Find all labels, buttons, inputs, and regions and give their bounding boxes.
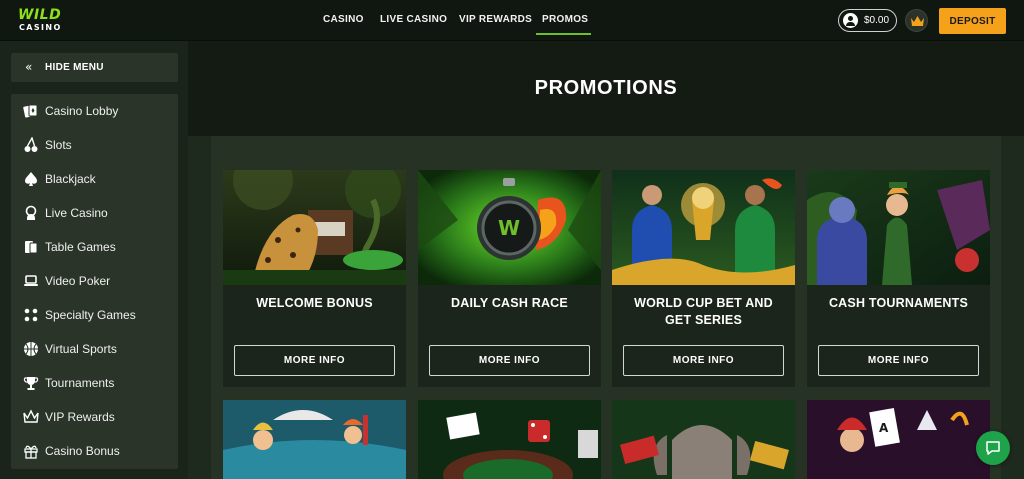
sidebar-item-live-casino[interactable]: Live Casino	[11, 196, 178, 230]
promo-title: WORLD CUP BET AND GET SERIES	[634, 296, 773, 327]
promo-card-world-cup: WORLD CUP BET AND GET SERIES MORE INFO	[612, 170, 795, 387]
nav-active-indicator	[536, 33, 591, 35]
sidebar-item-casino-bonus[interactable]: Casino Bonus	[11, 434, 178, 468]
svg-text:A: A	[879, 421, 889, 435]
daily-cash-race-image[interactable]: W	[418, 170, 601, 285]
sidebar-item-vip-rewards[interactable]: VIP Rewards	[11, 400, 178, 434]
sidebar-item-label: Casino Bonus	[45, 444, 120, 458]
top-header: WILD CASINO CASINO LIVE CASINO VIP REWAR…	[0, 0, 1024, 41]
more-info-button[interactable]: MORE INFO	[429, 345, 590, 376]
cash-tournaments-image[interactable]	[807, 170, 990, 285]
promo-title: CASH TOURNAMENTS	[828, 296, 969, 310]
promo-card-daily-cash-race: W DAILY CASH RACE MORE INFO	[418, 170, 601, 387]
double-chevron-left-icon: «	[25, 60, 33, 74]
sidebar-item-slots[interactable]: Slots	[11, 128, 178, 162]
sidebar-item-label: Blackjack	[45, 172, 96, 186]
account-balance-button[interactable]: $0.00	[838, 9, 897, 32]
deposit-button[interactable]: DEPOSIT	[939, 8, 1006, 34]
sidebar-item-tournaments[interactable]: Tournaments	[11, 366, 178, 400]
sidebar-item-virtual-sports[interactable]: Virtual Sports	[11, 332, 178, 366]
sidebar-item-casino-lobby[interactable]: Casino Lobby	[11, 94, 178, 128]
nav-promos[interactable]: PROMOS	[542, 14, 588, 25]
promo-title: DAILY CASH RACE	[451, 296, 568, 310]
sidebar-menu: Casino Lobby Slots Blackjack Live Casino…	[11, 94, 178, 469]
live-chat-button[interactable]	[976, 431, 1010, 465]
dealer-icon	[25, 205, 37, 220]
balance-amount: $0.00	[864, 15, 890, 26]
promo-card-beach-image[interactable]	[223, 400, 406, 479]
wild-casino-logo[interactable]: WILD CASINO	[18, 7, 70, 33]
sidebar-item-label: Specialty Games	[45, 308, 136, 322]
nav-casino[interactable]: CASINO	[323, 14, 364, 25]
promo-card-cards-image[interactable]: A	[807, 400, 990, 479]
sidebar-item-label: Live Casino	[45, 206, 108, 220]
sidebar-item-video-poker[interactable]: Video Poker	[11, 264, 178, 298]
spade-icon	[25, 172, 37, 186]
promo-card-elephant-image[interactable]	[612, 400, 795, 479]
cherries-icon	[24, 137, 38, 152]
sidebar-item-blackjack[interactable]: Blackjack	[11, 162, 178, 196]
cards-icon	[23, 104, 38, 118]
welcome-bonus-image[interactable]	[223, 170, 406, 285]
page-title: PROMOTIONS	[534, 77, 678, 99]
table-cards-icon	[25, 241, 38, 254]
svg-text:W: W	[498, 216, 520, 240]
promo-card-welcome-bonus: WELCOME BONUS MORE INFO	[223, 170, 406, 387]
sidebar-item-specialty-games[interactable]: Specialty Games	[11, 298, 178, 332]
vip-crown-button[interactable]	[905, 9, 928, 32]
laptop-icon	[24, 275, 38, 286]
promo-card-cash-tournaments: CASH TOURNAMENTS MORE INFO	[807, 170, 990, 387]
nav-live-casino[interactable]: LIVE CASINO	[380, 14, 447, 25]
crown-icon	[23, 409, 39, 423]
sidebar-item-table-games[interactable]: Table Games	[11, 230, 178, 264]
sidebar: « HIDE MENU Casino Lobby Slots Blackjack…	[0, 41, 188, 479]
more-info-button[interactable]: MORE INFO	[818, 345, 979, 376]
nav-vip-rewards[interactable]: VIP REWARDS	[459, 14, 532, 25]
sidebar-item-label: Tournaments	[45, 376, 115, 390]
crown-icon	[911, 16, 924, 26]
hide-menu-button[interactable]: « HIDE MENU	[11, 53, 178, 82]
logo-casino-text: CASINO	[19, 23, 62, 32]
chat-icon	[986, 441, 1000, 455]
logo-wild-text: WILD	[18, 7, 62, 23]
promo-card-roulette-image[interactable]	[418, 400, 601, 479]
sidebar-item-label: Video Poker	[45, 274, 111, 288]
hide-menu-label: HIDE MENU	[45, 62, 104, 73]
basketball-icon	[24, 342, 38, 356]
sidebar-item-label: VIP Rewards	[45, 410, 115, 424]
promo-title: WELCOME BONUS	[256, 296, 373, 310]
sidebar-item-label: Table Games	[45, 240, 116, 254]
sidebar-item-label: Slots	[45, 138, 72, 152]
world-cup-image[interactable]	[612, 170, 795, 285]
trophy-icon	[23, 377, 39, 390]
more-info-button[interactable]: MORE INFO	[234, 345, 395, 376]
more-info-button[interactable]: MORE INFO	[623, 345, 784, 376]
sidebar-item-label: Virtual Sports	[45, 342, 117, 356]
user-icon	[843, 13, 858, 28]
gift-icon	[24, 445, 38, 459]
dice-icon	[24, 308, 38, 322]
sidebar-item-label: Casino Lobby	[45, 104, 119, 118]
